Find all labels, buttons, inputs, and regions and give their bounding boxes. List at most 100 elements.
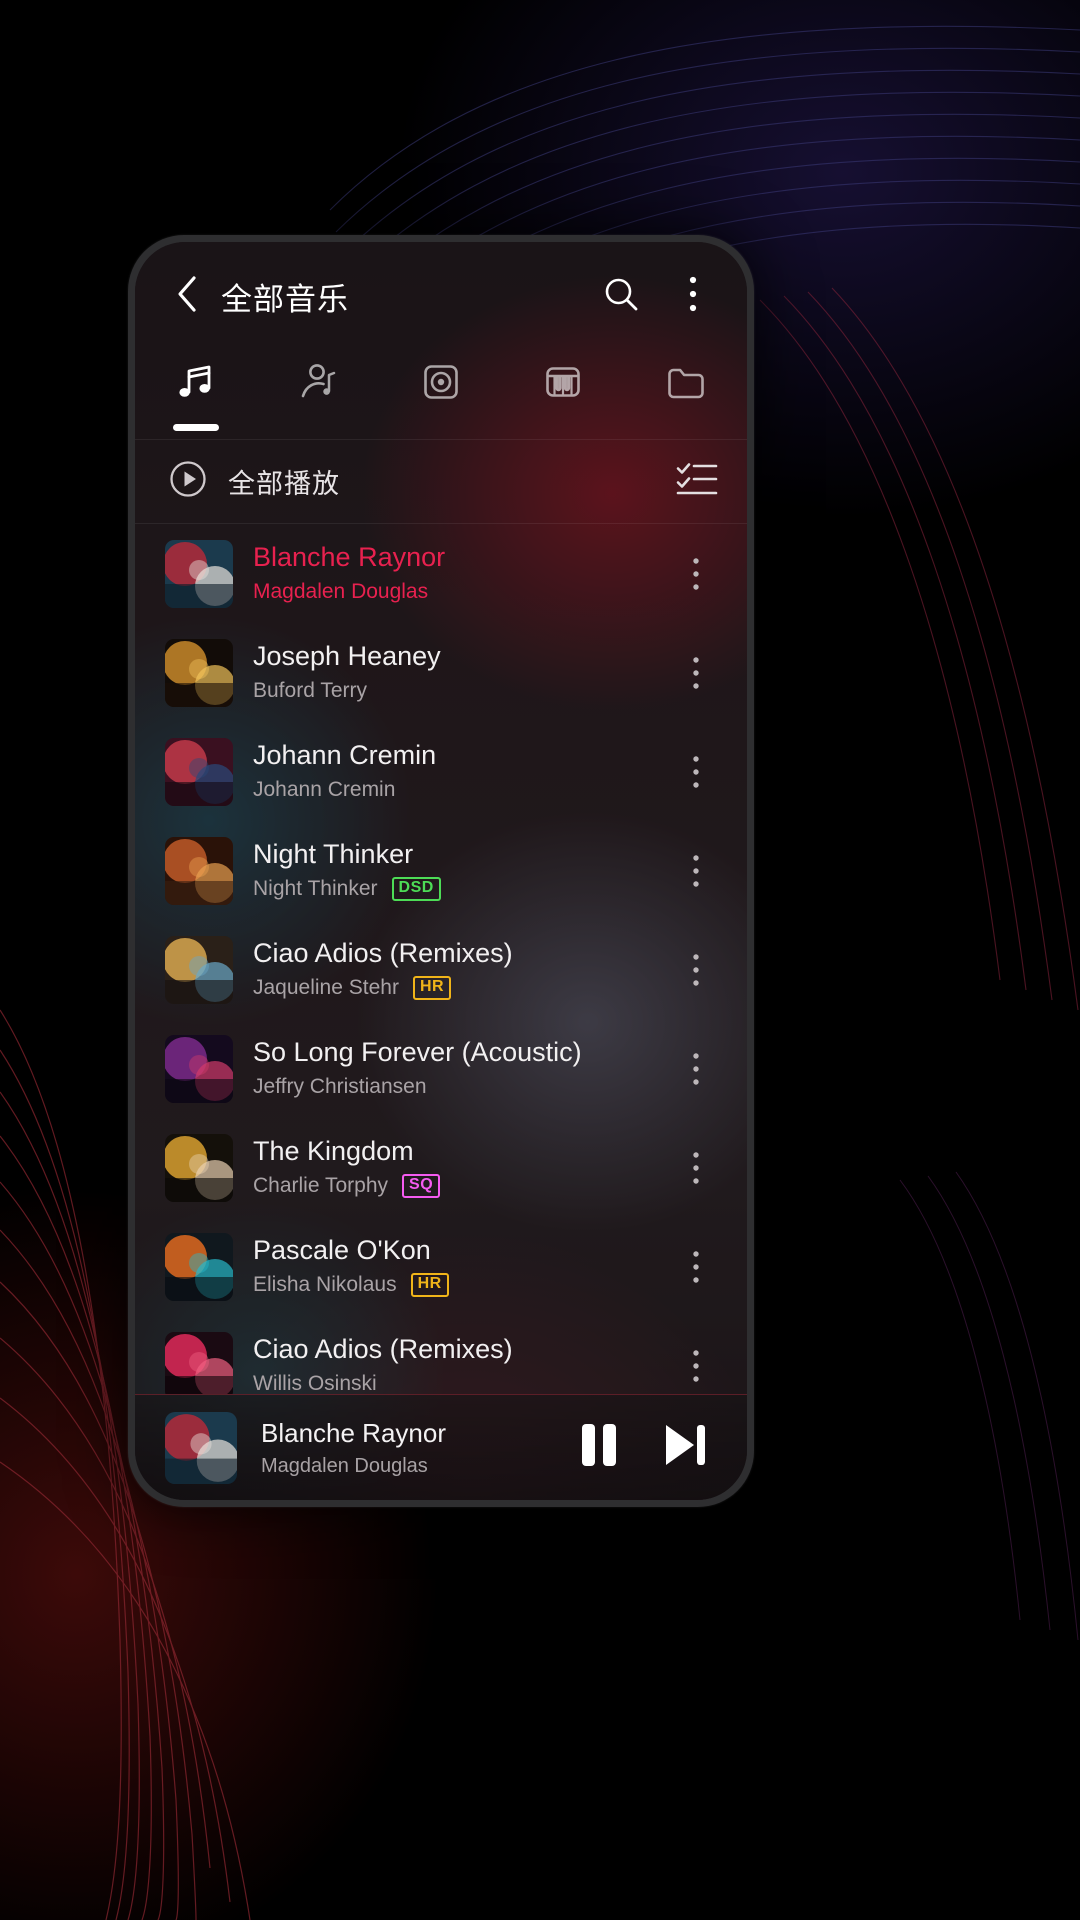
song-overflow-button[interactable] — [669, 638, 723, 708]
song-subline: Jeffry Christiansen — [253, 1074, 669, 1099]
song-meta: Ciao Adios (Remixes) Jaqueline Stehr HR — [253, 938, 669, 1000]
back-button[interactable] — [165, 274, 209, 318]
now-playing-artwork[interactable] — [165, 1411, 237, 1484]
play-all-label: 全部播放 — [228, 469, 340, 499]
song-overflow-button[interactable] — [669, 1232, 723, 1302]
tab-songs[interactable] — [135, 350, 257, 440]
song-row[interactable]: Ciao Adios (Remixes) Jaqueline Stehr HR — [135, 920, 747, 1019]
song-title: Joseph Heaney — [253, 641, 441, 672]
quality-badge: SQ — [402, 1174, 441, 1198]
now-playing-artist: Magdalen Douglas — [261, 1454, 428, 1477]
song-row[interactable]: Johann Cremin Johann Cremin — [135, 722, 747, 821]
song-row[interactable]: Blanche Raynor Magdalen Douglas — [135, 524, 747, 623]
song-list[interactable]: Blanche Raynor Magdalen Douglas Joseph H… — [135, 524, 747, 1394]
album-art-thumbnail — [165, 737, 233, 806]
album-art-thumbnail — [165, 1232, 233, 1301]
song-row[interactable]: Ciao Adios (Remixes) Willis Osinski — [135, 1316, 747, 1394]
song-subline: Johann Cremin — [253, 777, 669, 802]
overflow-menu-button[interactable] — [667, 270, 719, 322]
song-subline: Buford Terry — [253, 678, 669, 703]
active-tab-indicator — [173, 424, 220, 431]
chevron-left-icon — [174, 274, 200, 319]
album-art-thumbnail — [165, 1133, 233, 1202]
song-overflow-button[interactable] — [669, 1034, 723, 1104]
song-title: So Long Forever (Acoustic) — [253, 1037, 582, 1068]
album-art-thumbnail — [165, 1331, 233, 1394]
folder-icon — [662, 358, 710, 411]
song-meta: So Long Forever (Acoustic) Jeffry Christ… — [253, 1037, 669, 1099]
quality-badge: HR — [410, 1273, 449, 1297]
song-overflow-button[interactable] — [669, 935, 723, 1005]
song-subline: Charlie Torphy SQ — [253, 1173, 669, 1198]
skip-next-icon — [660, 1419, 710, 1476]
song-meta: Night Thinker Night Thinker DSD — [253, 839, 669, 901]
song-overflow-button[interactable] — [669, 836, 723, 906]
search-button[interactable] — [595, 270, 647, 322]
song-title: Blanche Raynor — [253, 542, 446, 573]
song-meta: Blanche Raynor Magdalen Douglas — [253, 542, 669, 604]
tab-folders[interactable] — [625, 350, 747, 440]
song-artist: Jeffry Christiansen — [253, 1075, 427, 1099]
song-overflow-button[interactable] — [669, 1331, 723, 1395]
song-row[interactable]: Night Thinker Night Thinker DSD — [135, 821, 747, 920]
pause-button[interactable] — [563, 1412, 635, 1484]
song-overflow-button[interactable] — [669, 737, 723, 807]
song-title: Ciao Adios (Remixes) — [253, 1334, 513, 1365]
music-app: 全部音乐 全部播放 Blanche Raynor Magdalen Dougla… — [135, 242, 747, 1500]
song-artist: Magdalen Douglas — [253, 580, 429, 604]
song-row[interactable]: Pascale O'Kon Elisha Nikolaus HR — [135, 1217, 747, 1316]
pause-icon — [576, 1419, 622, 1476]
song-artist: Night Thinker — [253, 877, 378, 901]
song-subline: Night Thinker DSD — [253, 876, 669, 901]
play-circle-icon[interactable] — [165, 456, 211, 507]
album-art-thumbnail — [165, 638, 233, 707]
song-title: Night Thinker — [253, 839, 414, 870]
song-meta: Joseph Heaney Buford Terry — [253, 641, 669, 703]
tab-genres[interactable] — [502, 350, 624, 440]
song-row[interactable]: So Long Forever (Acoustic) Jeffry Christ… — [135, 1019, 747, 1118]
music-note-icon — [172, 358, 220, 411]
phone-screen: 全部音乐 全部播放 Blanche Raynor Magdalen Dougla… — [135, 242, 747, 1500]
song-artist: Johann Cremin — [253, 778, 396, 802]
mini-player[interactable]: Blanche Raynor Magdalen Douglas — [135, 1394, 747, 1500]
song-title: Pascale O'Kon — [253, 1235, 431, 1266]
song-title: Ciao Adios (Remixes) — [253, 938, 513, 969]
song-overflow-button[interactable] — [669, 539, 723, 609]
tab-bar — [135, 350, 747, 440]
quality-badge: DSD — [391, 877, 441, 901]
tab-artists[interactable] — [257, 350, 379, 440]
app-header: 全部音乐 — [135, 242, 747, 350]
song-title: The Kingdom — [253, 1136, 414, 1167]
song-artist: Charlie Torphy — [253, 1174, 389, 1198]
checklist-icon[interactable] — [675, 459, 719, 504]
play-all-bar[interactable]: 全部播放 — [135, 440, 747, 524]
quality-badge: HR — [412, 976, 452, 1000]
song-meta: Ciao Adios (Remixes) Willis Osinski — [253, 1334, 669, 1394]
album-disc-icon — [417, 358, 465, 411]
song-meta: Pascale O'Kon Elisha Nikolaus HR — [253, 1235, 669, 1297]
phone-mockup: 全部音乐 全部播放 Blanche Raynor Magdalen Dougla… — [128, 235, 754, 1507]
album-art-thumbnail — [165, 1034, 233, 1103]
album-art-thumbnail — [165, 935, 233, 1004]
song-row[interactable]: Joseph Heaney Buford Terry — [135, 623, 747, 722]
song-meta: The Kingdom Charlie Torphy SQ — [253, 1136, 669, 1198]
song-artist: Buford Terry — [253, 679, 367, 703]
search-icon — [601, 274, 641, 319]
song-subline: Elisha Nikolaus HR — [253, 1272, 669, 1297]
song-row[interactable]: The Kingdom Charlie Torphy SQ — [135, 1118, 747, 1217]
now-playing-title: Blanche Raynor — [261, 1417, 446, 1448]
artist-icon — [295, 358, 343, 411]
song-subline: Magdalen Douglas — [253, 579, 669, 604]
album-art-thumbnail — [165, 539, 233, 608]
more-vertical-icon — [687, 275, 699, 318]
song-title: Johann Cremin — [253, 740, 437, 771]
song-subline: Willis Osinski — [253, 1371, 669, 1394]
now-playing-meta: Blanche Raynor Magdalen Douglas — [261, 1418, 563, 1478]
song-artist: Willis Osinski — [253, 1372, 377, 1394]
album-art-thumbnail — [165, 836, 233, 905]
tab-albums[interactable] — [380, 350, 502, 440]
next-track-button[interactable] — [649, 1412, 721, 1484]
song-overflow-button[interactable] — [669, 1133, 723, 1203]
song-artist: Jaqueline Stehr — [253, 976, 399, 1000]
piano-keys-icon — [539, 358, 587, 411]
